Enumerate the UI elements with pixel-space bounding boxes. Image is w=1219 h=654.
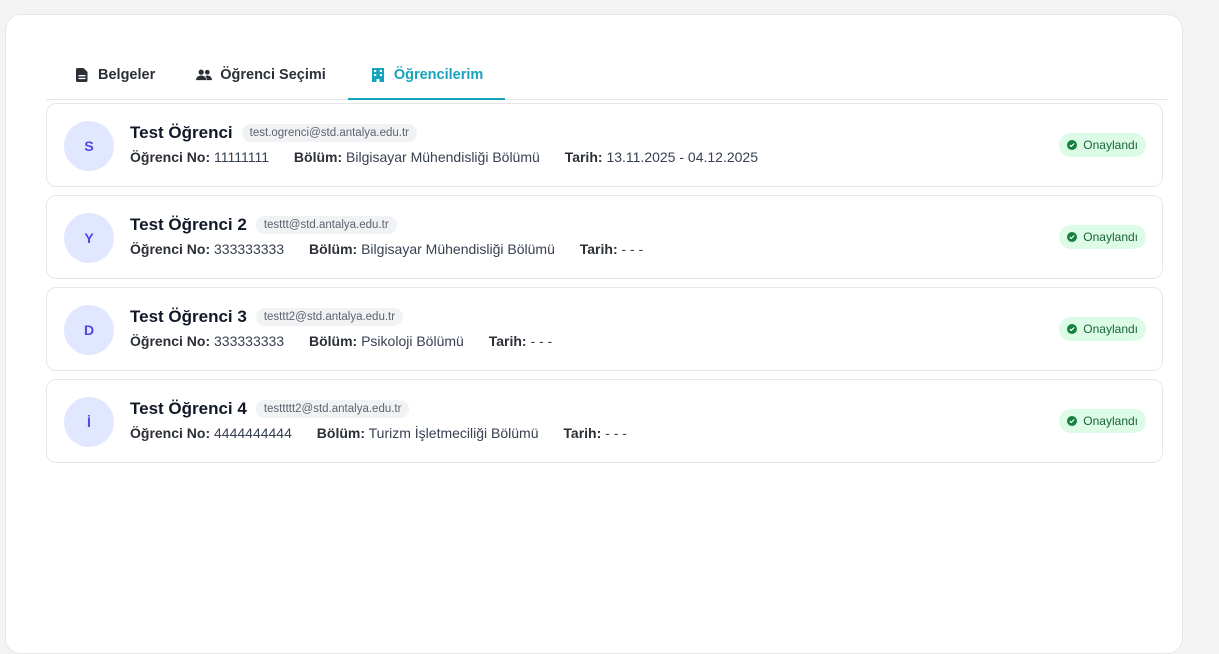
department: Bilgisayar Mühendisliği Bölümü [346,149,540,165]
department-label: Bölüm: [293,149,343,165]
status-text: Onaylandı [1083,322,1138,336]
tab-label: Öğrenci Seçimi [220,67,326,83]
building-icon [370,67,386,83]
student-no: 4444444444 [214,425,292,441]
student-info: Test Öğrenci 3 testtt2@std.antalya.edu.t… [130,305,573,349]
student-name: Test Öğrenci 4 [130,399,247,418]
date-range: - - - [530,333,553,349]
student-email: testtt@std.antalya.edu.tr [255,216,397,234]
check-circle-icon [1067,140,1078,150]
student-card[interactable]: İ Test Öğrenci 4 testtttt2@std.antalya.e… [46,379,1163,463]
department-label: Bölüm: [316,425,365,441]
student-card[interactable]: D Test Öğrenci 3 testtt2@std.antalya.edu… [46,287,1163,371]
student-info: Test Öğrenci test.ogrenci@std.antalya.ed… [130,121,779,165]
status-badge: Onaylandı [1059,409,1146,433]
student-card[interactable]: S Test Öğrenci test.ogrenci@std.antalya.… [46,103,1163,187]
student-no-label: Öğrenci No: [130,149,211,165]
check-circle-icon [1067,324,1078,334]
student-meta: Öğrenci No: 4444444444 Bölüm: Turizm İşl… [130,425,648,441]
student-card[interactable]: Y Test Öğrenci 2 testtt@std.antalya.edu.… [46,195,1163,279]
student-email: testtttt2@std.antalya.edu.tr [255,400,410,418]
student-list: S Test Öğrenci test.ogrenci@std.antalya.… [46,103,1163,471]
status-text: Onaylandı [1083,414,1138,428]
student-no-label: Öğrenci No: [130,425,211,441]
department: Turizm İşletmeciliği Bölümü [368,425,539,441]
status-text: Onaylandı [1083,230,1138,244]
status-badge: Onaylandı [1059,133,1146,157]
student-info: Test Öğrenci 2 testtt@std.antalya.edu.tr… [130,213,664,257]
student-no: 11111111 [214,149,270,165]
avatar: S [64,121,114,171]
student-no: 333333333 [214,333,285,349]
student-no-label: Öğrenci No: [130,333,211,349]
status-badge: Onaylandı [1059,317,1146,341]
department-label: Bölüm: [308,241,358,257]
student-meta: Öğrenci No: 11111111 Bölüm: Bilgisayar M… [130,149,779,165]
status-text: Onaylandı [1083,138,1138,152]
avatar: İ [64,397,114,447]
department: Bilgisayar Mühendisliği Bölümü [361,241,555,257]
department-label: Bölüm: [308,333,358,349]
student-info: Test Öğrenci 4 testtttt2@std.antalya.edu… [130,397,648,441]
student-name: Test Öğrenci [130,123,233,142]
tab-ogrencilerim[interactable]: Öğrencilerim [347,51,506,100]
date-range: 13.11.2025 - 04.12.2025 [606,149,758,165]
student-no: 333333333 [214,241,285,257]
document-icon [74,67,90,83]
date-range: - - - [621,241,644,257]
student-no-label: Öğrenci No: [130,241,211,257]
check-circle-icon [1067,232,1078,242]
student-meta: Öğrenci No: 333333333 Bölüm: Bilgisayar … [130,241,664,257]
date-label: Tarih: [563,425,602,441]
student-email: test.ogrenci@std.antalya.edu.tr [241,124,417,142]
status-badge: Onaylandı [1059,225,1146,249]
users-icon [196,67,213,83]
date-label: Tarih: [488,333,527,349]
avatar: Y [64,213,114,263]
tab-bar: Belgeler Öğrenci Seçimi Öğrencilerim [46,51,1168,100]
date-label: Tarih: [564,149,603,165]
student-meta: Öğrenci No: 333333333 Bölüm: Psikoloji B… [130,333,573,349]
student-name: Test Öğrenci 3 [130,307,247,326]
main-panel: Belgeler Öğrenci Seçimi Öğrencilerim S T… [5,14,1183,654]
tab-label: Belgeler [98,67,156,83]
department: Psikoloji Bölümü [361,333,464,349]
date-range: - - - [605,425,627,441]
tab-label: Öğrencilerim [393,67,484,83]
check-circle-icon [1067,416,1078,426]
student-email: testtt2@std.antalya.edu.tr [255,308,404,326]
date-label: Tarih: [579,241,618,257]
tab-belgeler[interactable]: Belgeler [74,51,155,99]
tab-ogrenci-secimi[interactable]: Öğrenci Seçimi [196,51,326,99]
avatar: D [64,305,114,355]
student-name: Test Öğrenci 2 [130,215,247,234]
